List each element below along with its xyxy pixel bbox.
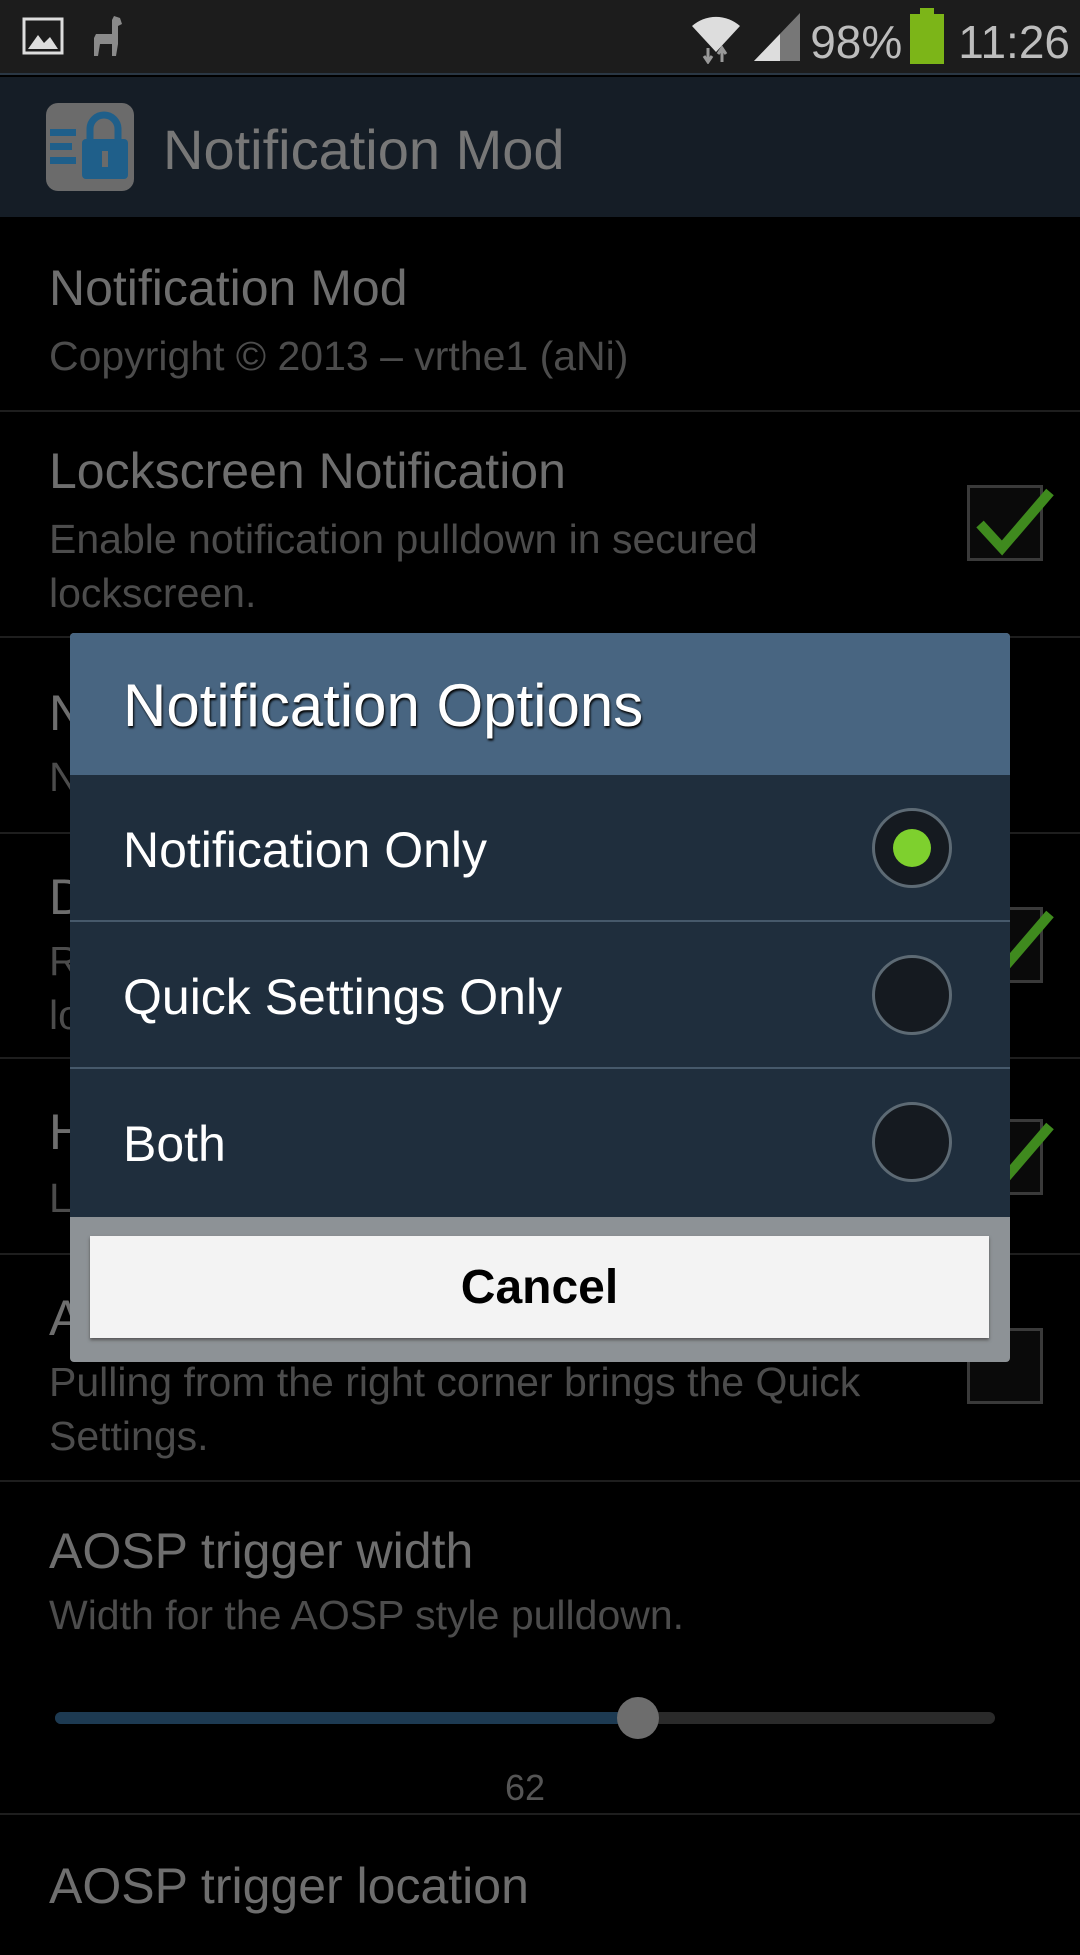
pref-title: Notification Mod	[49, 260, 408, 316]
app-title: Notification Mod	[163, 118, 565, 181]
app-bar: Notification Mod	[0, 77, 1080, 217]
pref-lockscreen-notification[interactable]: Lockscreen Notification Enable notificat…	[0, 412, 1080, 638]
status-bar: 98% 11:26	[0, 0, 1080, 75]
trigger-width-slider[interactable]	[55, 1697, 995, 1739]
slider-thumb[interactable]	[616, 1697, 659, 1739]
signal-icon	[750, 9, 804, 74]
llama-icon	[86, 14, 126, 63]
option-both[interactable]: Both	[70, 1069, 1010, 1217]
pref-summary: Width for the AOSP style pulldown.	[49, 1592, 685, 1638]
checkbox-checked[interactable]	[967, 485, 1054, 561]
app-lock-icon	[46, 103, 134, 191]
dialog-title: Notification Options	[123, 672, 644, 739]
radio-button[interactable]	[872, 808, 952, 888]
battery-icon	[908, 8, 946, 75]
pref-title: AOSP trigger width	[49, 1523, 474, 1579]
option-quick-settings-only[interactable]: Quick Settings Only	[70, 922, 1010, 1069]
pref-aosp-trigger-width: AOSP trigger width Width for the AOSP st…	[0, 1482, 1080, 1815]
pref-summary: Copyright © 2013 – vrthe1 (aNi)	[49, 333, 629, 379]
pref-summary: Enable notification pulldown in secured …	[49, 516, 758, 616]
battery-level: 98%	[810, 15, 903, 68]
option-label: Notification Only	[123, 822, 488, 878]
option-notification-only[interactable]: Notification Only	[70, 775, 1010, 922]
radio-button[interactable]	[872, 1102, 952, 1182]
slider-value: 62	[504, 1767, 546, 1808]
gallery-icon	[22, 17, 64, 60]
pref-title: AOSP trigger location	[49, 1858, 529, 1914]
notification-options-dialog: Notification Options Notification Only Q…	[70, 633, 1010, 1362]
slider-fill	[55, 1712, 638, 1724]
cancel-button[interactable]: Cancel	[90, 1236, 989, 1338]
pref-about[interactable]: Notification Mod Copyright © 2013 – vrth…	[0, 217, 1080, 412]
wifi-icon	[688, 8, 744, 75]
pref-summary: Pulling from the right corner brings the…	[49, 1359, 861, 1459]
pref-aosp-trigger-location[interactable]: AOSP trigger location	[0, 1815, 1080, 1955]
option-label: Both	[123, 1116, 226, 1172]
dialog-header: Notification Options	[70, 633, 1010, 775]
pref-title: Lockscreen Notification	[49, 443, 566, 499]
option-label: Quick Settings Only	[123, 969, 563, 1025]
radio-button[interactable]	[872, 955, 952, 1035]
clock: 11:26	[958, 15, 1070, 68]
